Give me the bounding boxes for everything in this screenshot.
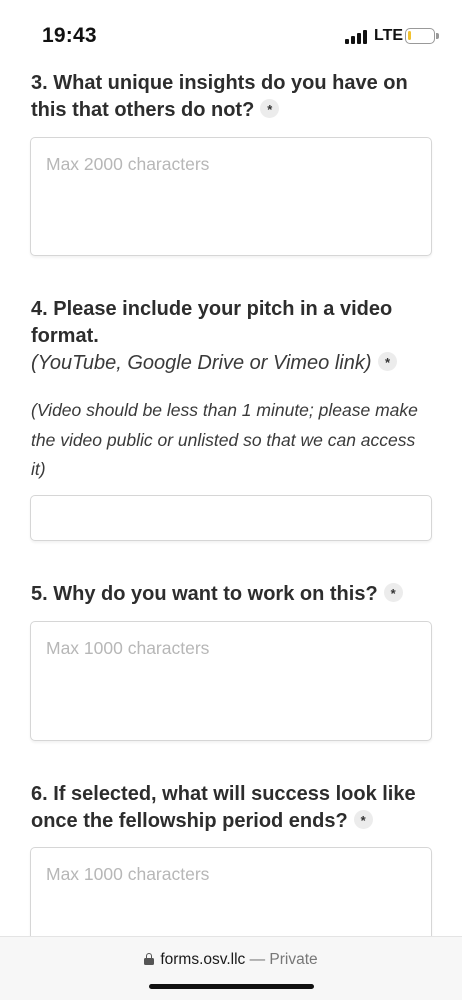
home-indicator[interactable] — [149, 984, 314, 989]
question-6-placeholder: Max 1000 characters — [46, 864, 210, 884]
question-3-textarea[interactable]: Max 2000 characters — [30, 137, 432, 256]
question-4-subtitle: (YouTube, Google Drive or Vimeo link) * — [31, 350, 441, 377]
url-separator: — — [249, 951, 266, 968]
required-asterisk-icon: * — [377, 352, 397, 371]
network-type: LTE — [374, 27, 404, 44]
question-4-note: (Video should be less than 1 minute; ple… — [31, 400, 418, 479]
required-asterisk-icon: * — [260, 99, 280, 118]
url-display[interactable]: forms.osv.llc — Private — [0, 951, 462, 969]
required-asterisk-icon: * — [383, 583, 403, 602]
question-5-placeholder: Max 1000 characters — [46, 638, 210, 658]
battery-level — [408, 31, 411, 40]
question-5-title: 5. Why do you want to work on this? * — [31, 581, 431, 608]
required-asterisk-icon: * — [353, 810, 373, 829]
question-4-title: 4. Please include your pitch in a video … — [31, 298, 393, 347]
question-3-text: 3. What unique insights do you have on t… — [31, 72, 408, 121]
lock-icon — [144, 953, 155, 965]
battery-icon — [405, 28, 439, 44]
cellular-signal-icon — [345, 30, 369, 44]
status-time: 19:43 — [42, 24, 97, 47]
browser-url-bar[interactable]: forms.osv.llc — Private — [0, 936, 462, 1000]
question-3-title: 3. What unique insights do you have on t… — [31, 70, 431, 124]
url-domain: forms.osv.llc — [160, 951, 246, 968]
status-bar: 19:43 LTE — [0, 0, 462, 70]
url-private-label: Private — [269, 951, 318, 968]
question-4-video-link-input[interactable] — [30, 495, 432, 541]
question-3-placeholder: Max 2000 characters — [46, 154, 210, 174]
question-5-textarea[interactable]: Max 1000 characters — [30, 621, 432, 741]
question-4-subtitle-text: (YouTube, Google Drive or Vimeo link) — [31, 352, 372, 374]
question-6-title: 6. If selected, what will success look l… — [31, 781, 431, 835]
question-5-text: 5. Why do you want to work on this? — [31, 583, 378, 605]
